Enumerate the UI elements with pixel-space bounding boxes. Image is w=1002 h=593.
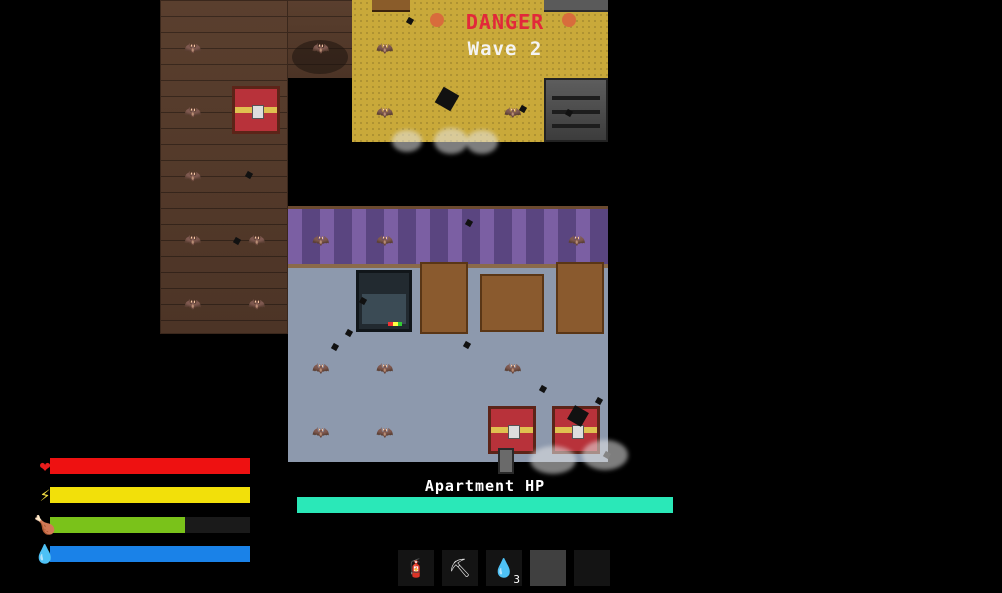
wood-floor [160,0,288,334]
smoke-puff [466,130,498,154]
hotbar-slot-1[interactable]: 🧯 [398,550,434,586]
heart-icon: ❤ [39,455,51,477]
bat-enemy[interactable]: 🦇 [184,298,201,312]
bat-enemy[interactable]: 🦇 [184,170,201,184]
danger-banner: DANGER [465,10,545,34]
armchair-right[interactable] [556,262,604,334]
cabinet-top[interactable] [372,0,410,12]
bat-enemy[interactable]: 🦇 [376,362,393,376]
bat-enemy[interactable]: 🦇 [184,234,201,248]
tv-screen [362,294,406,324]
tv-indicator [388,322,402,326]
thirst-bar [50,546,250,562]
health-bar [50,458,250,474]
bat-enemy[interactable]: 🦇 [312,426,329,440]
hotbar-slot-2[interactable]: ⛏ [442,550,478,586]
bat-enemy[interactable]: 🦇 [504,362,521,376]
item-count: 3 [513,573,520,586]
hunger-bar [50,517,185,533]
bat-enemy[interactable]: 🦇 [248,298,265,312]
fire-extinguisher-icon: 🧯 [404,557,428,579]
smoke-puff [392,130,422,152]
bat-enemy[interactable]: 🦇 [376,42,393,56]
bat-enemy[interactable]: 🦇 [568,234,585,248]
storage-chest[interactable] [232,86,280,134]
armchair-left[interactable] [420,262,468,334]
bat-enemy[interactable]: 🦇 [376,106,393,120]
water-drop-icon: 💧 [33,543,57,565]
bat-enemy[interactable]: 🦇 [184,42,201,56]
lightning-icon: ⚡ [39,484,51,506]
bat-enemy[interactable]: 🦇 [376,234,393,248]
bat-enemy[interactable]: 🦇 [312,42,329,56]
pickaxe-icon: ⛏ [448,557,472,579]
energy-bar [50,487,250,503]
apartment-hp-bar [297,497,673,513]
hotbar-slot-4[interactable] [530,550,566,586]
storage-chest[interactable] [488,406,536,454]
water-drop-icon: 💧 [492,557,516,579]
smoke-puff [530,446,576,474]
coffee-table[interactable] [480,274,544,332]
smoke-puff [434,128,468,154]
hotbar-slot-3[interactable]: 💧 3 [486,550,522,586]
player-character[interactable] [498,448,514,474]
stove[interactable] [544,78,608,142]
wave-counter: Wave 2 [467,38,543,60]
bat-enemy[interactable]: 🦇 [312,234,329,248]
bat-enemy[interactable]: 🦇 [312,362,329,376]
smoke-puff [582,440,628,470]
bat-enemy[interactable]: 🦇 [184,106,201,120]
living-room-wall [288,206,608,268]
apartment-hp-label: Apartment HP [424,477,546,495]
bat-enemy[interactable]: 🦇 [376,426,393,440]
hotbar-slot-5[interactable] [574,550,610,586]
meat-icon: 🍗 [33,514,57,536]
bat-enemy[interactable]: 🦇 [248,234,265,248]
